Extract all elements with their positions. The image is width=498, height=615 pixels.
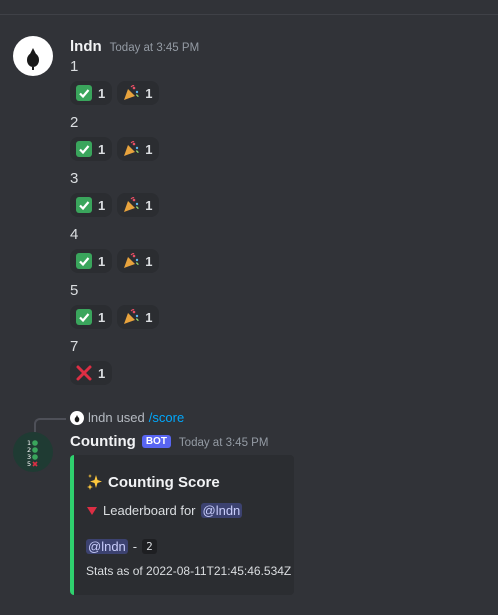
reaction-bar: 1 1: [70, 249, 160, 273]
message-line: 5: [70, 282, 79, 299]
check-mark-icon: [76, 253, 92, 269]
message-line: 2: [70, 114, 79, 131]
reaction-count: 1: [145, 253, 153, 269]
check-mark-icon: [76, 309, 92, 325]
reaction-count: 1: [98, 253, 106, 269]
reaction-check[interactable]: 1: [70, 137, 113, 161]
reaction-count: 1: [98, 141, 106, 157]
embed-subtitle-text: Leaderboard for: [103, 503, 196, 518]
party-popper-icon: [124, 253, 139, 268]
entry-mention[interactable]: @lndn: [86, 539, 128, 554]
svg-text:5: 5: [27, 460, 31, 468]
bot-username[interactable]: Counting: [70, 433, 136, 450]
reaction-bar: 1: [70, 361, 113, 385]
reaction-count: 1: [145, 197, 153, 213]
reaction-check[interactable]: 1: [70, 305, 113, 329]
embed-title-text: Counting Score: [108, 473, 220, 491]
reaction-party[interactable]: 1: [117, 249, 160, 273]
red-triangle-down-icon: [87, 506, 97, 515]
party-popper-icon: [124, 197, 139, 212]
bot-message-header: Counting BOT Today at 3:45 PM: [70, 433, 268, 450]
embed-title: Counting Score: [86, 473, 220, 491]
reaction-count: 1: [145, 141, 153, 157]
reply-command[interactable]: /score: [149, 410, 184, 425]
score-embed: Counting Score Leaderboard for @lndn @ln…: [70, 455, 294, 595]
subtitle-mention[interactable]: @lndn: [200, 503, 243, 518]
user-username[interactable]: lndn: [70, 38, 102, 55]
top-divider: [0, 14, 498, 15]
message-line: 1: [70, 58, 79, 75]
sparkles-icon: [87, 474, 102, 490]
reaction-bar: 1 1: [70, 193, 160, 217]
reaction-bar: 1 1: [70, 81, 160, 105]
reply-context[interactable]: lndn used /score: [70, 410, 184, 425]
party-popper-icon: [124, 141, 139, 156]
embed-footer: Stats as of 2022-08-11T21:45:46.534Z: [86, 564, 292, 578]
check-mark-icon: [76, 85, 92, 101]
reaction-party[interactable]: 1: [117, 137, 160, 161]
reaction-check[interactable]: 1: [70, 249, 113, 273]
reply-username[interactable]: lndn: [88, 410, 113, 425]
check-mark-icon: [76, 141, 92, 157]
reaction-count: 1: [98, 365, 106, 381]
entry-score: 2: [142, 539, 157, 554]
message-line: 3: [70, 170, 79, 187]
reply-avatar: [70, 410, 84, 425]
user-avatar[interactable]: [13, 36, 53, 76]
reaction-count: 1: [145, 309, 153, 325]
reaction-party[interactable]: 1: [117, 305, 160, 329]
check-mark-icon: [76, 197, 92, 213]
reaction-party[interactable]: 1: [117, 81, 160, 105]
entry-separator: -: [132, 539, 138, 554]
reply-connector: [34, 418, 66, 432]
bot-tag: BOT: [141, 435, 171, 448]
user-timestamp: Today at 3:45 PM: [109, 42, 200, 54]
reaction-bar: 1 1: [70, 305, 160, 329]
bot-avatar[interactable]: 1 2 3 5: [13, 432, 53, 472]
reaction-count: 1: [145, 85, 153, 101]
reaction-party[interactable]: 1: [117, 193, 160, 217]
reaction-count: 1: [98, 85, 106, 101]
party-popper-icon: [124, 85, 139, 100]
embed-subtitle: Leaderboard for @lndn: [86, 503, 243, 518]
reaction-check[interactable]: 1: [70, 193, 113, 217]
message-line: 7: [70, 338, 79, 355]
reaction-count: 1: [98, 309, 106, 325]
user-message-header: lndn Today at 3:45 PM: [70, 38, 199, 55]
reaction-cross[interactable]: 1: [70, 361, 113, 385]
reply-used-text: used: [116, 410, 145, 425]
cross-mark-icon: [76, 365, 92, 381]
message-line: 4: [70, 226, 79, 243]
reaction-count: 1: [98, 197, 106, 213]
reaction-check[interactable]: 1: [70, 81, 113, 105]
bot-timestamp: Today at 3:45 PM: [178, 437, 269, 449]
reaction-bar: 1 1: [70, 137, 160, 161]
leaderboard-entry: @lndn - 2: [86, 539, 157, 554]
party-popper-icon: [124, 309, 139, 324]
